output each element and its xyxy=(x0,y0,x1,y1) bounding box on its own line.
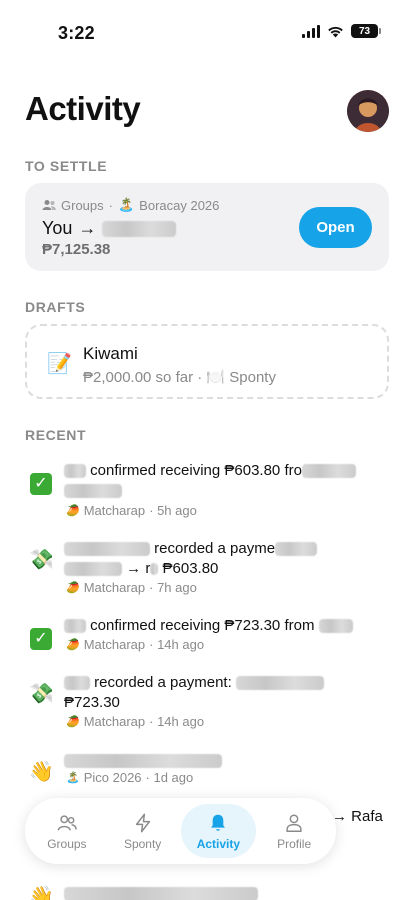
settle-meta-separator: · xyxy=(108,197,113,213)
activity-meta: 🥭 Matcharap · 5h ago xyxy=(66,503,197,518)
arrow-icon: → xyxy=(78,218,97,238)
group-name: Matcharap xyxy=(83,503,146,518)
group-name: Matcharap xyxy=(83,714,146,729)
status-icons: 73 xyxy=(302,24,381,38)
to-settle-label: TO SETTLE xyxy=(25,158,108,174)
activity-text: recorded a payment: ₱723.30 xyxy=(64,673,382,713)
draft-card[interactable]: 📝 Kiwami ₱2,000.00 so far · 🍽️ Sponty xyxy=(25,324,389,399)
open-button[interactable]: Open xyxy=(299,207,372,248)
activity-time: · 7h ago xyxy=(149,580,197,595)
status-time: 3:22 xyxy=(58,23,95,43)
group-emoji: 🥭 xyxy=(66,505,80,517)
group-emoji: 🥭 xyxy=(66,716,80,728)
activity-text xyxy=(64,751,382,771)
nav-activity[interactable]: Activity xyxy=(180,804,257,858)
money-icon: 💸 xyxy=(29,549,54,571)
drafts-label: DRAFTS xyxy=(25,299,86,315)
activity-item[interactable]: ✓ confirmed receiving ₱723.30 from 🥭 Mat… xyxy=(25,616,389,656)
draft-title: Kiwami xyxy=(83,344,138,363)
redacted-name xyxy=(102,220,177,237)
avatar[interactable] xyxy=(347,90,389,132)
activity-meta: 🥭 Matcharap · 7h ago xyxy=(66,580,197,595)
check-icon: ✓ xyxy=(29,471,53,495)
draft-subtitle: ₱2,000.00 so far · 🍽️ Sponty xyxy=(83,369,276,386)
nav-label: Profile xyxy=(277,836,312,851)
group-emoji: 🏝️ xyxy=(66,772,80,784)
group-emoji: 🥭 xyxy=(66,639,80,651)
activity-meta: 🥭 Matcharap · 14h ago xyxy=(66,714,204,729)
recent-label: RECENT xyxy=(25,427,87,443)
wifi-icon xyxy=(328,26,343,37)
nav-groups[interactable]: Groups xyxy=(29,804,105,858)
person-icon xyxy=(286,813,302,832)
activity-time: · 14h ago xyxy=(149,637,205,652)
activity-text-overflow: → Rafa xyxy=(332,808,383,825)
settle-amount: ₱7,125.38 xyxy=(42,241,111,258)
activity-meta: 🏝️ Pico 2026 · 1d ago xyxy=(66,770,193,785)
check-icon: ✓ xyxy=(29,626,53,650)
settle-you: You xyxy=(42,218,73,238)
signal-icon xyxy=(302,24,320,38)
settle-group-label: Groups xyxy=(61,197,104,213)
bolt-icon xyxy=(135,813,150,832)
memo-icon: 📝 xyxy=(47,353,72,375)
activity-item[interactable]: 👋 🏝️ Pico 2026 · 1d ago xyxy=(25,751,389,791)
groups-icon xyxy=(42,200,56,210)
group-name: Matcharap xyxy=(83,580,146,595)
activity-time: · 5h ago xyxy=(149,503,197,518)
nav-label: Activity xyxy=(196,836,241,851)
activity-text: recorded a payme → r ₱603.80 xyxy=(64,539,382,579)
trip-emoji: 🏝️ xyxy=(117,197,135,212)
avatar-image xyxy=(347,90,389,132)
groups-icon xyxy=(57,814,77,831)
settle-trip-name: Boracay 2026 xyxy=(139,197,220,213)
group-name: Matcharap xyxy=(83,637,146,652)
settle-card[interactable]: Groups · 🏝️ Boracay 2026 You → ₱7,125.38… xyxy=(25,183,389,271)
bottom-nav: Groups Sponty Activity Profile xyxy=(25,798,336,864)
activity-time: · 14h ago xyxy=(149,714,205,729)
wave-icon: 👋 xyxy=(29,886,54,900)
nav-label: Groups xyxy=(47,836,87,851)
activity-item[interactable]: 💸 recorded a payme → r ₱603.80 🥭 Matchar… xyxy=(25,539,389,599)
page-title: Activity xyxy=(25,90,141,127)
activity-text: confirmed receiving ₱603.80 fro xyxy=(64,461,382,501)
activity-item[interactable]: ✓ confirmed receiving ₱603.80 fro 🥭 Matc… xyxy=(25,461,389,521)
activity-time: · 1d ago xyxy=(145,770,194,785)
money-icon: 💸 xyxy=(29,683,54,705)
activity-text: confirmed receiving ₱723.30 from xyxy=(64,616,382,636)
nav-profile[interactable]: Profile xyxy=(256,804,332,858)
group-emoji: 🥭 xyxy=(66,582,80,594)
status-bar: 3:22 73 xyxy=(0,0,414,64)
nav-sponty[interactable]: Sponty xyxy=(105,804,181,858)
settle-title: You → xyxy=(42,218,177,239)
battery-icon: 73 xyxy=(351,24,381,38)
settle-meta: Groups · 🏝️ Boracay 2026 xyxy=(42,197,219,213)
bell-icon xyxy=(211,814,226,831)
activity-item[interactable]: 👋 xyxy=(25,882,389,900)
nav-label: Sponty xyxy=(123,836,162,851)
activity-item[interactable]: 💸 recorded a payment: ₱723.30 🥭 Matchara… xyxy=(25,673,389,733)
group-name: Pico 2026 xyxy=(83,770,142,785)
activity-meta: 🥭 Matcharap · 14h ago xyxy=(66,637,204,652)
activity-text xyxy=(64,884,382,900)
wave-icon: 👋 xyxy=(29,761,54,783)
